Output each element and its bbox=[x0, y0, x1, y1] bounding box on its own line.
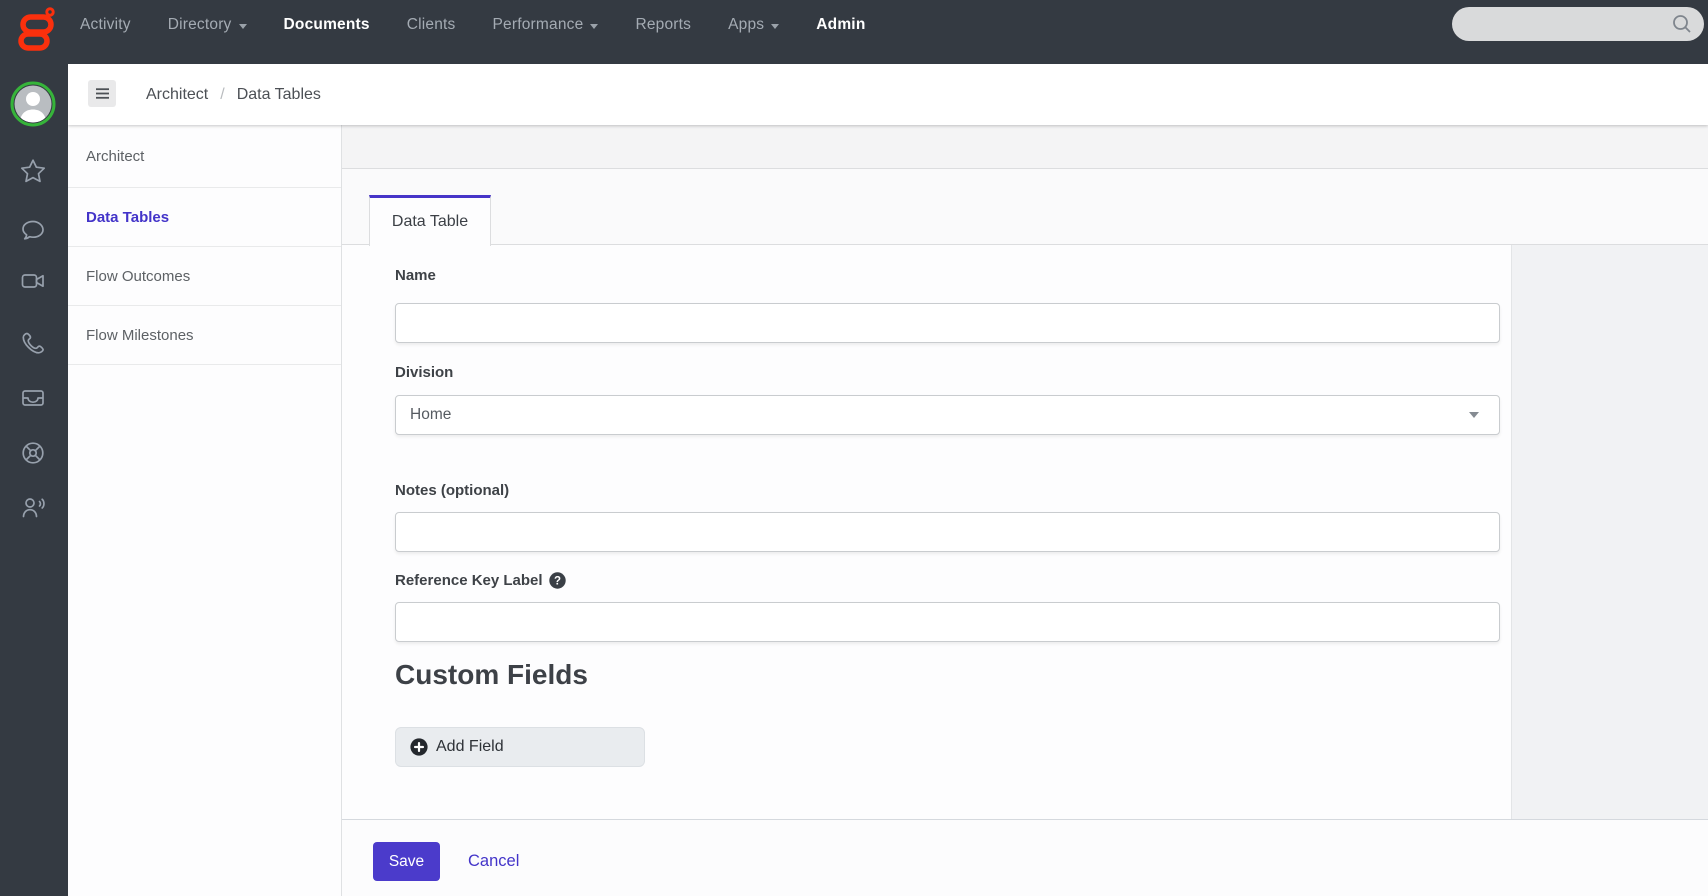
breadcrumb: Architect / Data Tables bbox=[146, 64, 321, 125]
architect-side-menu: Architect Data Tables Flow Outcomes Flow… bbox=[68, 125, 342, 896]
chevron-down-icon bbox=[590, 23, 599, 29]
hamburger-icon bbox=[95, 88, 109, 99]
add-field-label: Add Field bbox=[436, 738, 504, 755]
sidebar-item-flow-outcomes[interactable]: Flow Outcomes bbox=[68, 247, 341, 306]
nav-item-admin[interactable]: Admin bbox=[816, 16, 865, 34]
division-select[interactable]: Home bbox=[395, 395, 1500, 435]
search-icon[interactable] bbox=[1670, 12, 1694, 36]
inbox-icon[interactable] bbox=[20, 385, 46, 411]
name-field[interactable] bbox=[395, 303, 1500, 343]
notes-field[interactable] bbox=[395, 512, 1500, 552]
breadcrumb-bar: Architect / Data Tables bbox=[68, 64, 1708, 125]
phone-icon[interactable] bbox=[20, 330, 46, 356]
left-icon-rail bbox=[0, 0, 68, 896]
nav-item-documents[interactable]: Documents bbox=[284, 16, 370, 34]
nav-item-label: Performance bbox=[492, 16, 584, 33]
star-icon[interactable] bbox=[20, 158, 46, 184]
division-label: Division bbox=[395, 364, 453, 381]
data-table-form: Name Division Home Notes (optional) Refe… bbox=[395, 245, 1500, 819]
data-table-form-panel: Name Division Home Notes (optional) Refe… bbox=[342, 245, 1512, 819]
sidebar-item-label: Flow Outcomes bbox=[86, 267, 191, 285]
sidebar-item-label: Architect bbox=[86, 147, 145, 165]
nav-item-activity[interactable]: Activity bbox=[80, 16, 131, 34]
tab-label: Data Table bbox=[391, 213, 469, 230]
genesys-logo-icon bbox=[12, 4, 58, 52]
video-camera-icon[interactable] bbox=[20, 268, 46, 294]
nav-item-apps[interactable]: Apps bbox=[728, 16, 780, 34]
sidebar-item-data-tables[interactable]: Data Tables bbox=[68, 188, 341, 247]
agent-icon[interactable] bbox=[20, 495, 46, 521]
breadcrumb-item-data-tables: Data Tables bbox=[236, 85, 321, 103]
svg-text:?: ? bbox=[554, 575, 561, 587]
sidebar-item-flow-milestones[interactable]: Flow Milestones bbox=[68, 306, 341, 365]
nav-item-clients[interactable]: Clients bbox=[407, 16, 456, 34]
breadcrumb-item-architect[interactable]: Architect bbox=[146, 86, 208, 104]
notes-label-text: Notes (optional) bbox=[395, 482, 510, 499]
chevron-down-icon bbox=[238, 23, 247, 29]
help-ring-icon[interactable] bbox=[20, 440, 46, 466]
tab-strip bbox=[342, 169, 1708, 245]
global-search-input[interactable] bbox=[1452, 7, 1670, 41]
nav-item-directory[interactable]: Directory bbox=[168, 16, 247, 34]
nav-item-label: Reports bbox=[635, 16, 692, 33]
add-field-button[interactable]: Add Field bbox=[395, 727, 645, 767]
tab-data-table[interactable]: Data Table bbox=[369, 195, 491, 246]
chevron-down-icon bbox=[1469, 412, 1479, 418]
global-search bbox=[1452, 7, 1704, 41]
reference-key-label-text: Reference Key Label bbox=[395, 572, 543, 589]
name-label-text: Name bbox=[395, 267, 436, 284]
division-label-text: Division bbox=[395, 364, 454, 381]
question-circle-icon[interactable]: ? bbox=[548, 572, 566, 589]
nav-item-performance[interactable]: Performance bbox=[493, 16, 599, 34]
breadcrumb-separator: / bbox=[220, 85, 225, 103]
notes-label: Notes (optional) bbox=[395, 482, 509, 499]
division-selected-value: Home bbox=[410, 406, 452, 423]
plus-circle-icon bbox=[410, 738, 428, 756]
avatar[interactable] bbox=[10, 81, 56, 127]
reference-key-label: Reference Key Label ? bbox=[395, 572, 566, 589]
save-button[interactable]: Save bbox=[373, 842, 440, 881]
content-area: Data Table Name Division Home Notes (opt… bbox=[342, 125, 1708, 896]
nav-menu: Activity Directory Documents Clients Per… bbox=[80, 0, 865, 50]
chat-icon[interactable] bbox=[20, 217, 46, 243]
chevron-down-icon bbox=[771, 23, 780, 29]
nav-item-reports[interactable]: Reports bbox=[635, 16, 691, 34]
top-nav: Activity Directory Documents Clients Per… bbox=[0, 0, 1708, 64]
nav-item-label: Directory bbox=[167, 16, 232, 33]
sidebar-item-label: Data Tables bbox=[86, 208, 170, 226]
reference-key-field[interactable] bbox=[395, 602, 1500, 642]
nav-item-label: Activity bbox=[80, 16, 131, 33]
toolbar-strip bbox=[342, 125, 1708, 169]
sidebar-item-label: Flow Milestones bbox=[86, 326, 194, 344]
panel-bottom-divider bbox=[342, 819, 1708, 820]
nav-item-label: Documents bbox=[283, 16, 370, 33]
nav-item-label: Clients bbox=[406, 16, 456, 33]
nav-item-label: Apps bbox=[728, 16, 765, 33]
cancel-button[interactable]: Cancel bbox=[468, 842, 519, 881]
menu-toggle-button[interactable] bbox=[88, 80, 116, 107]
name-label: Name bbox=[395, 267, 436, 284]
app-root: Activity Directory Documents Clients Per… bbox=[0, 0, 1708, 896]
right-gutter bbox=[1512, 245, 1708, 819]
sidebar-item-architect[interactable]: Architect bbox=[68, 125, 341, 188]
nav-item-label: Admin bbox=[816, 16, 866, 33]
custom-fields-heading: Custom Fields bbox=[395, 659, 588, 690]
